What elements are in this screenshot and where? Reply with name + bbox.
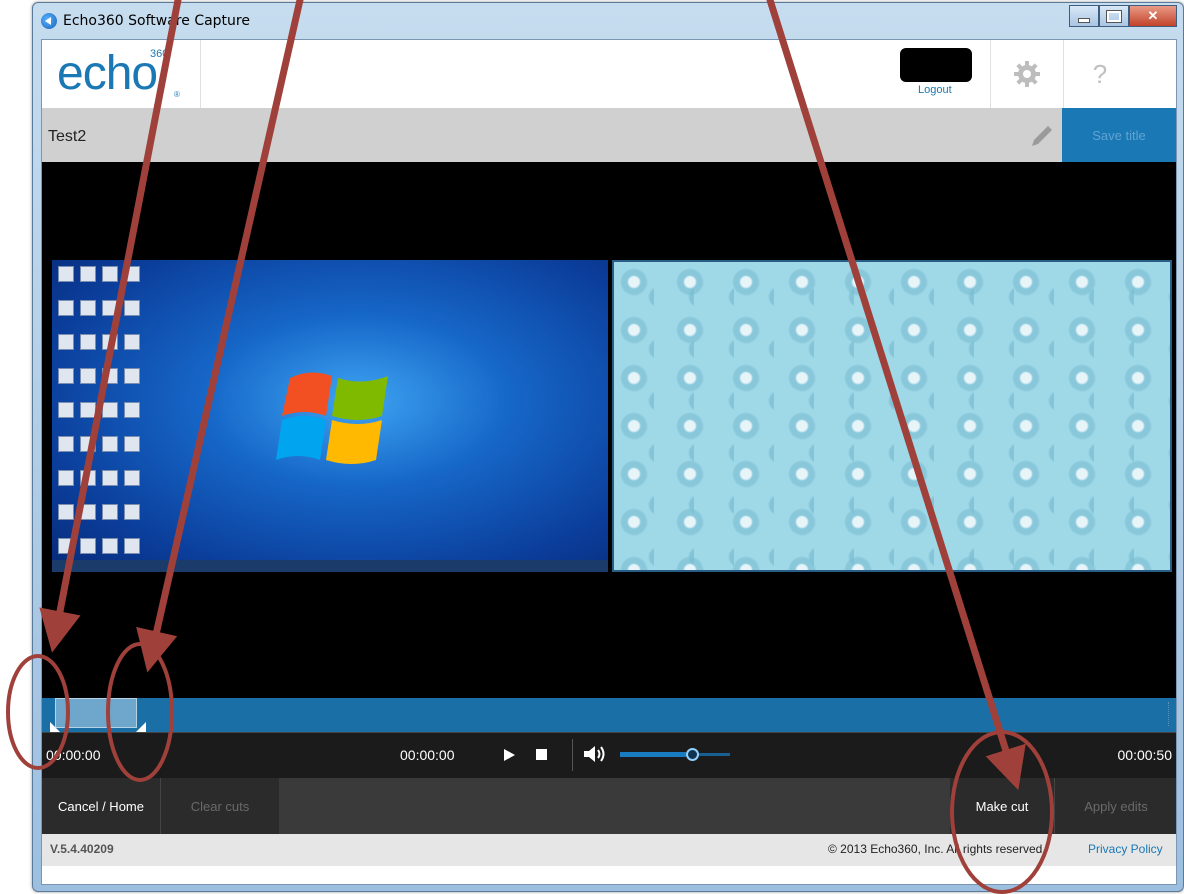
volume-icon[interactable] [582, 743, 606, 765]
camera-video[interactable] [612, 260, 1172, 572]
water-drops-image [614, 262, 1170, 570]
save-title-button[interactable]: Save title [1062, 108, 1176, 162]
volume-level [620, 752, 686, 757]
end-time: 00:00:50 [1117, 747, 1173, 763]
privacy-policy-link[interactable]: Privacy Policy [1088, 842, 1163, 856]
playback-controls: 00:00:00 00:00:00 00:00:50 [42, 732, 1176, 779]
copyright-text: © 2013 Echo360, Inc. All rights reserved… [828, 842, 1046, 856]
timeline-track[interactable] [42, 698, 1176, 732]
app-window: Echo360 Software Capture ✕ echo 360 ® Lo… [32, 2, 1184, 892]
settings-button[interactable] [990, 40, 1063, 108]
version-label: V.5.4.40209 [50, 842, 114, 856]
windows-logo [276, 372, 388, 464]
apply-edits-button[interactable]: Apply edits [1054, 778, 1176, 834]
close-button[interactable]: ✕ [1129, 5, 1177, 27]
minimize-button[interactable] [1069, 5, 1099, 27]
video-stage [42, 162, 1176, 698]
logo-superscript: 360 [150, 48, 169, 60]
footer: V.5.4.40209 © 2013 Echo360, Inc. All rig… [42, 834, 1176, 866]
start-time: 00:00:00 [46, 747, 101, 763]
help-button[interactable]: ? [1063, 40, 1136, 108]
clear-cuts-button[interactable]: Clear cuts [160, 778, 279, 834]
echo360-logo[interactable]: echo 360 ® [42, 40, 201, 108]
stop-icon[interactable] [536, 749, 547, 760]
gear-icon [1014, 61, 1040, 87]
desktop-icons [58, 266, 148, 556]
window-controls: ✕ [1069, 5, 1177, 27]
maximize-button[interactable] [1099, 5, 1129, 27]
timeline-end-grip[interactable] [1168, 702, 1172, 726]
help-icon: ? [1092, 58, 1108, 89]
recording-title-input[interactable]: Test2 [48, 128, 86, 146]
volume-knob[interactable] [686, 748, 699, 761]
screen-capture-video[interactable] [52, 260, 608, 572]
logo-registered-mark: ® [174, 90, 180, 99]
cut-end-handle[interactable] [136, 722, 146, 732]
logo-text: echo [57, 47, 158, 100]
logout-link[interactable]: Logout [918, 84, 952, 96]
user-avatar [900, 48, 972, 82]
windows-taskbar [52, 560, 608, 572]
pencil-icon[interactable] [1026, 120, 1056, 150]
divider [572, 739, 573, 771]
volume-slider[interactable] [620, 752, 730, 757]
current-time: 00:00:00 [400, 747, 455, 763]
window-title: Echo360 Software Capture [63, 13, 250, 29]
app-icon [41, 13, 57, 29]
cancel-home-button[interactable]: Cancel / Home [42, 778, 160, 834]
cut-start-handle[interactable] [50, 722, 60, 732]
play-icon[interactable] [504, 749, 515, 761]
app-client: echo 360 ® Logout ? Test2 Save title 00:… [41, 39, 1177, 885]
cut-selection[interactable] [55, 698, 137, 728]
recording-title-bar: Test2 Save title [42, 108, 1176, 162]
edit-action-bar: Cancel / Home Clear cuts Make cut Apply … [42, 778, 1176, 834]
title-bar[interactable]: Echo360 Software Capture ✕ [33, 3, 1183, 39]
make-cut-button[interactable]: Make cut [950, 778, 1054, 834]
app-header: echo 360 ® Logout ? [42, 40, 1176, 108]
